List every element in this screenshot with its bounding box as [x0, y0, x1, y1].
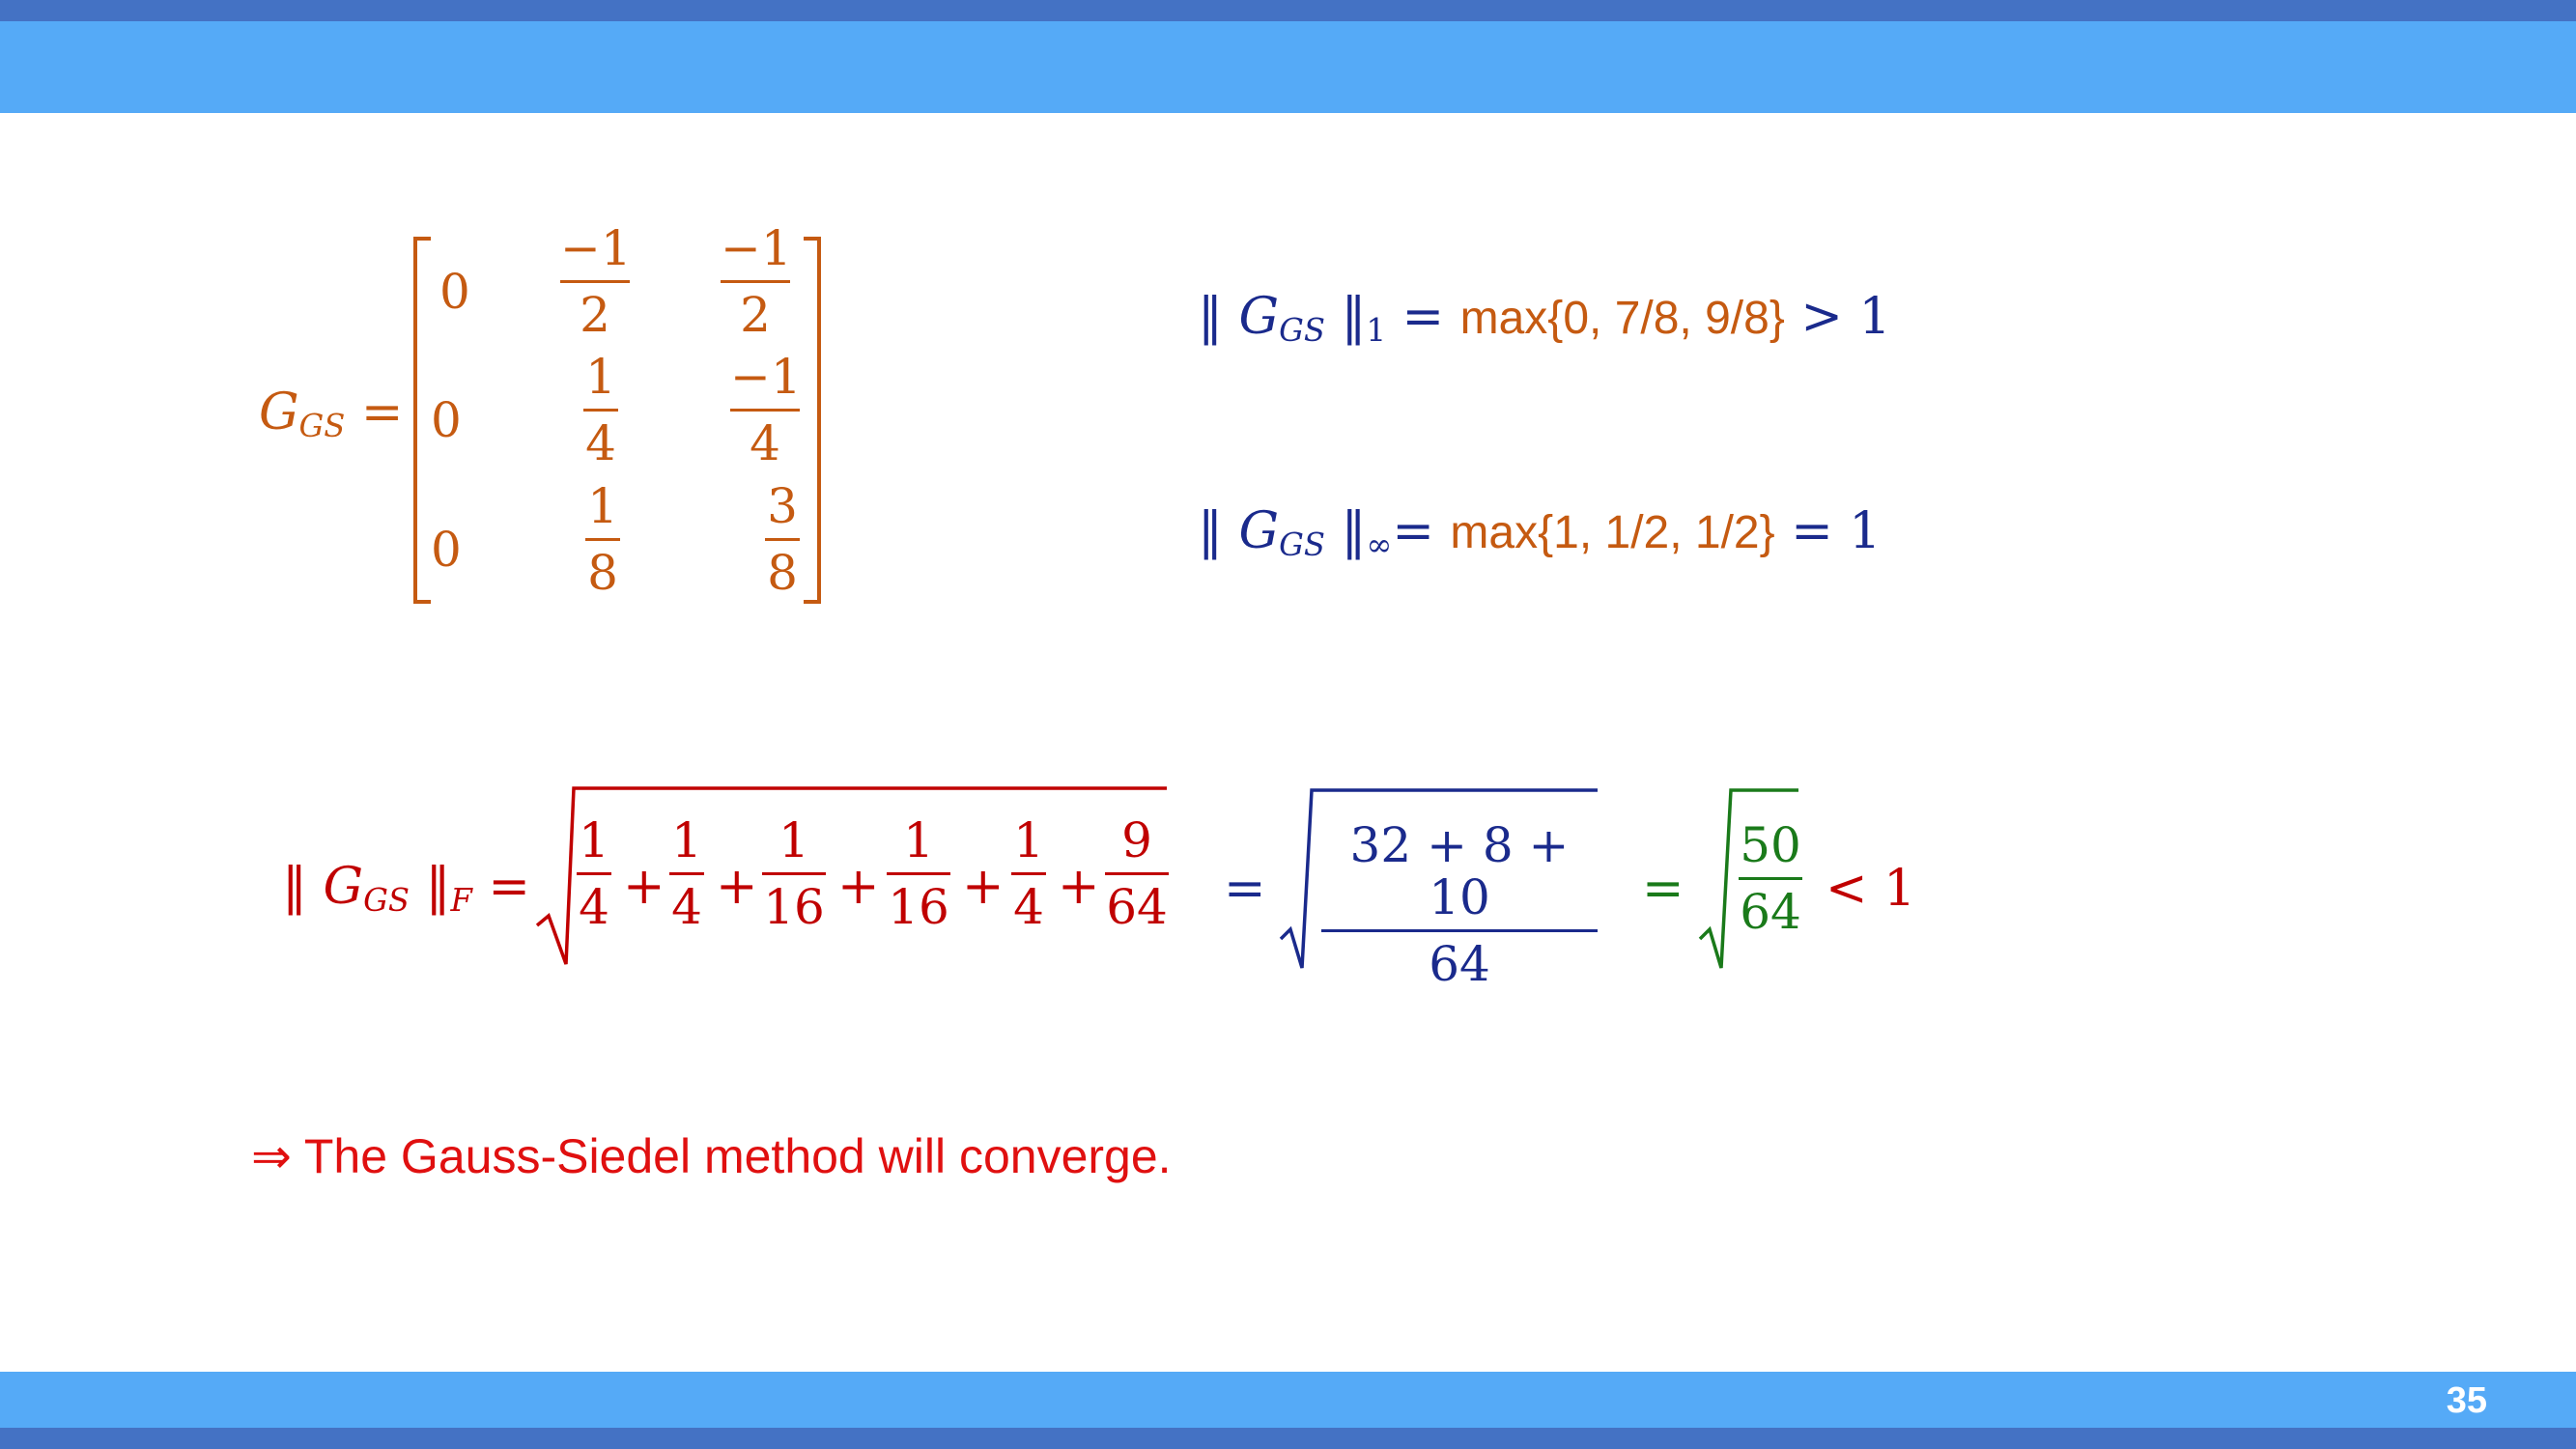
matrix-cell-r1c1: 0	[439, 264, 470, 320]
step2-fraction: 32 + 8 + 10 64	[1321, 819, 1598, 990]
frobenius-result: < 1	[1826, 860, 1916, 918]
matrix-cell-r2c2: 14	[583, 351, 618, 469]
matrix-cell-r3c3: 38	[765, 480, 800, 599]
matrix-cell-r2c1: 0	[431, 392, 462, 448]
conclusion-text: ⇒ The Gauss-Siedel method will converge.	[251, 1129, 1172, 1183]
matrix-cell-r3c2: 18	[585, 480, 620, 599]
plus-sign: +	[716, 858, 758, 916]
frobenius-term-2: 14	[669, 814, 704, 933]
frobenius-lhs: ‖ GGS ‖F =	[282, 858, 530, 920]
frobenius-term-6: 9 64	[1105, 812, 1169, 935]
frobenius-term-4: 1 16	[887, 812, 950, 935]
norm-infinity-equation: ‖ GGS ‖∞= max{1, 1/2, 1/2} = 1	[1198, 502, 1882, 564]
top-banner	[0, 21, 2576, 113]
frobenius-term-5: 14	[1011, 814, 1046, 933]
matrix-cell-r1c2: −1 2	[560, 220, 632, 343]
bottom-banner	[0, 1372, 2576, 1428]
page-number: 35	[2446, 1380, 2487, 1421]
matrix-left-bracket	[413, 237, 431, 604]
equals-sign: =	[1642, 860, 1684, 918]
top-accent-bar	[0, 0, 2576, 21]
step3-fraction: 50 64	[1739, 817, 1802, 940]
norm-one-equation: ‖ GGS ‖1 = max{0, 7/8, 9/8} > 1	[1198, 288, 1891, 350]
equals-sign: =	[1224, 860, 1266, 918]
matrix-right-bracket	[804, 237, 821, 604]
matrix-cell-r3c1: 0	[431, 522, 462, 578]
plus-sign: +	[1058, 858, 1100, 916]
matrix-cell-r2c3: −1 4	[730, 349, 802, 471]
matrix-lhs: GGS =	[259, 384, 404, 445]
plus-sign: +	[623, 858, 665, 916]
plus-sign: +	[837, 858, 880, 916]
frobenius-term-3: 1 16	[762, 812, 826, 935]
frobenius-term-1: 14	[577, 814, 611, 933]
plus-sign: +	[962, 858, 1005, 916]
matrix-cell-r1c3: −1 2	[721, 220, 792, 343]
bottom-accent-bar	[0, 1428, 2576, 1449]
